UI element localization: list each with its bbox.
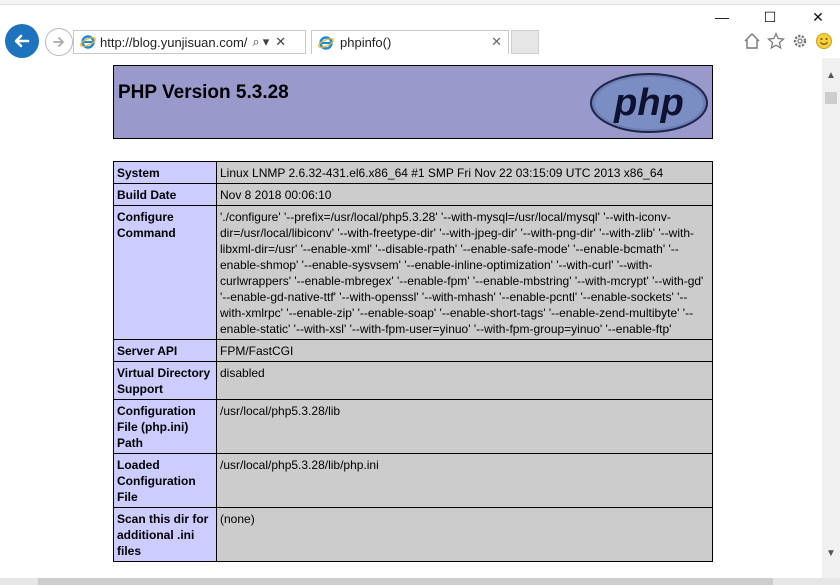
- tab-title: phpinfo(): [340, 35, 392, 50]
- info-label: Scan this dir for additional .ini files: [113, 507, 217, 562]
- php-logo: php: [590, 73, 708, 133]
- info-label: Build Date: [113, 183, 217, 206]
- php-header: PHP Version 5.3.28 php: [113, 65, 713, 139]
- info-row: System Linux LNMP 2.6.32-431.el6.x86_64 #…: [113, 161, 713, 184]
- chevron-down-icon[interactable]: ▾: [263, 34, 270, 50]
- info-row: Configure Command './configure' '--prefix…: [113, 205, 713, 340]
- close-tab-icon[interactable]: ✕: [491, 34, 502, 50]
- horizontal-scroll-thumb[interactable]: [38, 578, 773, 585]
- window-top-strip: [0, 0, 840, 5]
- svg-text:php: php: [613, 82, 684, 124]
- gear-icon[interactable]: [790, 31, 810, 51]
- info-value: './configure' '--prefix=/usr/local/php5.…: [216, 205, 713, 340]
- maximize-button[interactable]: ☐: [755, 8, 785, 26]
- scroll-up-icon[interactable]: ▲: [826, 70, 836, 81]
- scroll-thumb[interactable]: [825, 92, 837, 104]
- info-value: /usr/local/php5.3.28/lib/php.ini: [216, 453, 713, 508]
- address-url[interactable]: http://blog.yunjisuan.com/: [100, 35, 247, 50]
- close-window-button[interactable]: ✕: [803, 8, 833, 26]
- info-label: Configure Command: [113, 205, 217, 340]
- info-label: Loaded Configuration File: [113, 453, 217, 508]
- info-label: Configuration File (php.ini) Path: [113, 399, 217, 454]
- forward-button[interactable]: [45, 28, 73, 56]
- ie-icon: [318, 35, 334, 50]
- vertical-scrollbar[interactable]: ▲ ▼: [822, 58, 840, 578]
- info-value: /usr/local/php5.3.28/lib: [216, 399, 713, 454]
- back-arrow-icon: [14, 34, 30, 48]
- page-title: PHP Version 5.3.28: [118, 82, 289, 103]
- info-value: FPM/FastCGI: [216, 339, 713, 362]
- info-row: Server API FPM/FastCGI: [113, 339, 713, 362]
- info-value: Linux LNMP 2.6.32-431.el6.x86_64 #1 SMP …: [216, 161, 713, 184]
- home-icon[interactable]: [742, 31, 762, 51]
- info-label: Server API: [113, 339, 217, 362]
- star-icon[interactable]: [766, 31, 786, 51]
- ie-icon: [80, 35, 96, 49]
- info-value: disabled: [216, 361, 713, 400]
- info-value: Nov 8 2018 00:06:10: [216, 183, 713, 206]
- forward-arrow-icon: [53, 37, 64, 47]
- horizontal-scrollbar[interactable]: [0, 578, 840, 585]
- info-label: Virtual Directory Support: [113, 361, 217, 400]
- search-icon[interactable]: ⌕: [252, 34, 259, 50]
- info-value: (none): [216, 507, 713, 562]
- tab-phpinfo[interactable]: phpinfo() ✕: [311, 30, 509, 54]
- php-info-table: System Linux LNMP 2.6.32-431.el6.x86_64 #…: [113, 161, 713, 562]
- info-row: Configuration File (php.ini) Path/usr/lo…: [113, 399, 713, 454]
- clear-address-icon[interactable]: ✕: [275, 34, 286, 50]
- new-tab-button[interactable]: [511, 30, 539, 54]
- minimize-button[interactable]: —: [707, 8, 737, 26]
- info-row: Loaded Configuration File/usr/local/php5…: [113, 453, 713, 508]
- page-content: PHP Version 5.3.28 php System Linux LNMP …: [0, 58, 822, 578]
- smiley-icon[interactable]: [814, 31, 834, 51]
- scroll-down-icon[interactable]: ▼: [826, 548, 836, 559]
- info-row: Build Date Nov 8 2018 00:06:10: [113, 183, 713, 206]
- info-row: Scan this dir for additional .ini files(…: [113, 507, 713, 562]
- address-bar[interactable]: http://blog.yunjisuan.com/ ⌕ ▾ ✕: [73, 30, 306, 54]
- info-row: Virtual Directory Support disabled: [113, 361, 713, 400]
- info-label: System: [113, 161, 217, 184]
- back-button[interactable]: [5, 24, 39, 58]
